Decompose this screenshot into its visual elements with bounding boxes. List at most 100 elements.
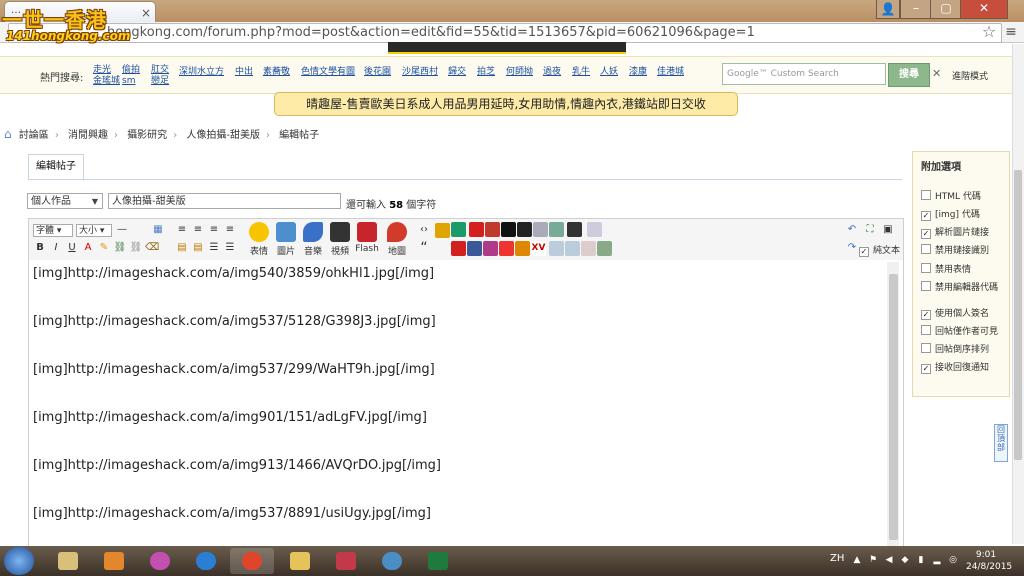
hot-search-link[interactable]: 人妖 — [600, 67, 618, 78]
plugin-icon[interactable] — [549, 222, 564, 237]
hot-search-link[interactable]: 何師拗 — [506, 67, 533, 78]
hot-search-link[interactable]: 過夜 — [543, 67, 561, 78]
plugin-icon[interactable] — [581, 241, 596, 256]
lock-icon[interactable] — [435, 223, 450, 238]
checkbox[interactable] — [921, 263, 931, 273]
ordered-list-icon[interactable]: ☰ — [207, 241, 221, 255]
taskbar-app-paint[interactable] — [138, 548, 182, 574]
option-item[interactable]: 禁用表情 — [921, 262, 971, 275]
image-button[interactable]: 圖片 — [272, 222, 300, 257]
search-button[interactable]: 搜尋 — [888, 63, 930, 87]
hot-search-link[interactable]: 乳牛 — [572, 67, 590, 78]
taskbar-app-excel[interactable] — [416, 548, 460, 574]
hot-search-link[interactable]: 肛交 — [151, 65, 169, 76]
search-input[interactable]: Google™ Custom Search — [722, 63, 886, 85]
chrome-menu-icon[interactable]: ≡ — [1003, 22, 1019, 42]
youtube-hd-icon[interactable] — [469, 222, 484, 237]
breadcrumb-item[interactable]: 攝影研究 — [127, 126, 167, 141]
hot-search-link[interactable]: 色情文學有圖 — [301, 67, 355, 78]
align-left-icon[interactable]: ≡ — [175, 223, 189, 237]
video-button[interactable]: 視頻 — [326, 222, 354, 257]
tray-clock[interactable]: 9:01 24/8/2015 — [966, 549, 1012, 573]
tray-volume-icon[interactable]: ◀ — [884, 555, 894, 565]
checkbox-checked[interactable]: ✓ — [921, 310, 931, 320]
subject-input[interactable]: 人像拍攝-甜美版 — [108, 193, 341, 209]
plugin-icon[interactable] — [515, 241, 530, 256]
hot-search-link[interactable]: 深圳水立方 — [179, 67, 224, 78]
tray-arrow-icon[interactable]: ▲ — [852, 555, 862, 565]
home-icon[interactable]: ⌂ — [4, 127, 12, 141]
plugin-icon[interactable] — [485, 222, 500, 237]
checkbox[interactable] — [921, 244, 931, 254]
emoticon-button[interactable]: 表情 — [245, 222, 273, 257]
plugin-icon[interactable] — [597, 241, 612, 256]
address-bar[interactable]: hongkong.com/forum.php?mod=post&action=e… — [8, 23, 1002, 43]
hot-search-link[interactable]: 戀足 — [151, 76, 169, 87]
audio-button[interactable]: 音樂 — [299, 222, 327, 257]
tray-icon[interactable]: ◆ — [900, 555, 910, 565]
tray-icon[interactable]: ▮ — [916, 555, 926, 565]
map-button[interactable]: 地圖 — [383, 222, 411, 257]
table-icon[interactable]: ▦ — [151, 223, 165, 237]
toggle-toolbar-icon[interactable]: ▣ — [881, 223, 895, 237]
checkbox[interactable]: ✓ — [859, 247, 869, 257]
checkbox-checked[interactable]: ✓ — [921, 364, 931, 374]
option-item[interactable]: 禁用鏈接識別 — [921, 243, 989, 256]
plugin-icon[interactable] — [499, 241, 514, 256]
plugin-icon[interactable] — [533, 222, 548, 237]
tray-language[interactable]: ZH — [830, 553, 844, 564]
hot-search-link[interactable]: sm — [122, 76, 135, 87]
hot-search-link[interactable]: 歸交 — [448, 67, 466, 78]
flash-button[interactable]: Flash — [353, 222, 381, 254]
xvideos-icon[interactable]: XV — [531, 241, 546, 256]
underline-icon[interactable]: U — [65, 241, 79, 255]
align-justify-icon[interactable]: ≡ — [223, 223, 237, 237]
youtube-icon[interactable] — [451, 241, 466, 256]
checkbox[interactable] — [921, 281, 931, 291]
breadcrumb-item[interactable]: 討論區 — [19, 126, 49, 141]
plugin-icon[interactable] — [565, 241, 580, 256]
plugin-icon[interactable] — [483, 241, 498, 256]
hot-search-link[interactable]: 走光 — [93, 65, 111, 76]
maximize-button[interactable]: ▢ — [930, 0, 962, 19]
option-item[interactable]: ✓ 解析圖片鏈接 — [921, 225, 989, 239]
option-item[interactable]: ✓ 接收回復通知 — [921, 360, 989, 374]
font-select[interactable]: 字體 ▾ — [33, 224, 73, 237]
user-icon[interactable]: 👤 — [876, 0, 900, 19]
bold-icon[interactable]: B — [33, 241, 47, 255]
float-right-icon[interactable]: ▤ — [191, 241, 205, 255]
hot-search-link[interactable]: 中出 — [235, 67, 253, 78]
close-icon[interactable]: ✕ — [932, 67, 941, 80]
taskbar-app-disc[interactable] — [370, 548, 414, 574]
plugin-icon[interactable] — [587, 222, 602, 237]
checkbox[interactable] — [921, 190, 931, 200]
site-logo[interactable]: 一世一香港 — [2, 4, 122, 32]
code-icon[interactable]: ‹› — [417, 223, 431, 237]
option-item[interactable]: ✓ [img] 代碼 — [921, 207, 980, 221]
tray-network-icon[interactable]: ▂ — [932, 555, 942, 565]
plugin-icon[interactable] — [567, 222, 582, 237]
start-button[interactable] — [4, 547, 34, 575]
unordered-list-icon[interactable]: ☰ — [223, 241, 237, 255]
page-scrollbar-thumb[interactable] — [1014, 170, 1022, 460]
plugin-icon[interactable] — [549, 241, 564, 256]
minimize-button[interactable]: – — [900, 0, 932, 19]
tray-icon[interactable]: ◎ — [948, 555, 958, 565]
taskbar-app-ie[interactable] — [184, 548, 228, 574]
hot-search-link[interactable]: 後花園 — [364, 67, 391, 78]
site-logo-domain[interactable]: 141hongkong.com — [6, 29, 130, 43]
hot-search-link[interactable]: 拍芝 — [477, 67, 495, 78]
highlight-icon[interactable]: ✎ — [97, 241, 111, 255]
redo-icon[interactable]: ↷ — [845, 241, 859, 255]
category-select[interactable]: 個人作品 ▼ — [27, 193, 103, 209]
align-right-icon[interactable]: ≡ — [207, 223, 221, 237]
taskbar-app-chrome[interactable] — [230, 548, 274, 574]
youporn-icon[interactable] — [501, 222, 516, 237]
editor-textarea[interactable]: [img]http://imageshack.com/a/img540/3859… — [28, 260, 904, 547]
tray-flag-icon[interactable]: ⚑ — [868, 555, 878, 565]
back-to-top-button[interactable]: 回頂部 — [994, 424, 1008, 462]
option-item[interactable]: 回帖僅作者可見 — [921, 324, 998, 337]
editor-scrollbar-thumb[interactable] — [889, 274, 898, 540]
option-item[interactable]: ✓ 使用個人簽名 — [921, 306, 989, 320]
hot-search-link[interactable]: 偷拍 — [122, 65, 140, 76]
